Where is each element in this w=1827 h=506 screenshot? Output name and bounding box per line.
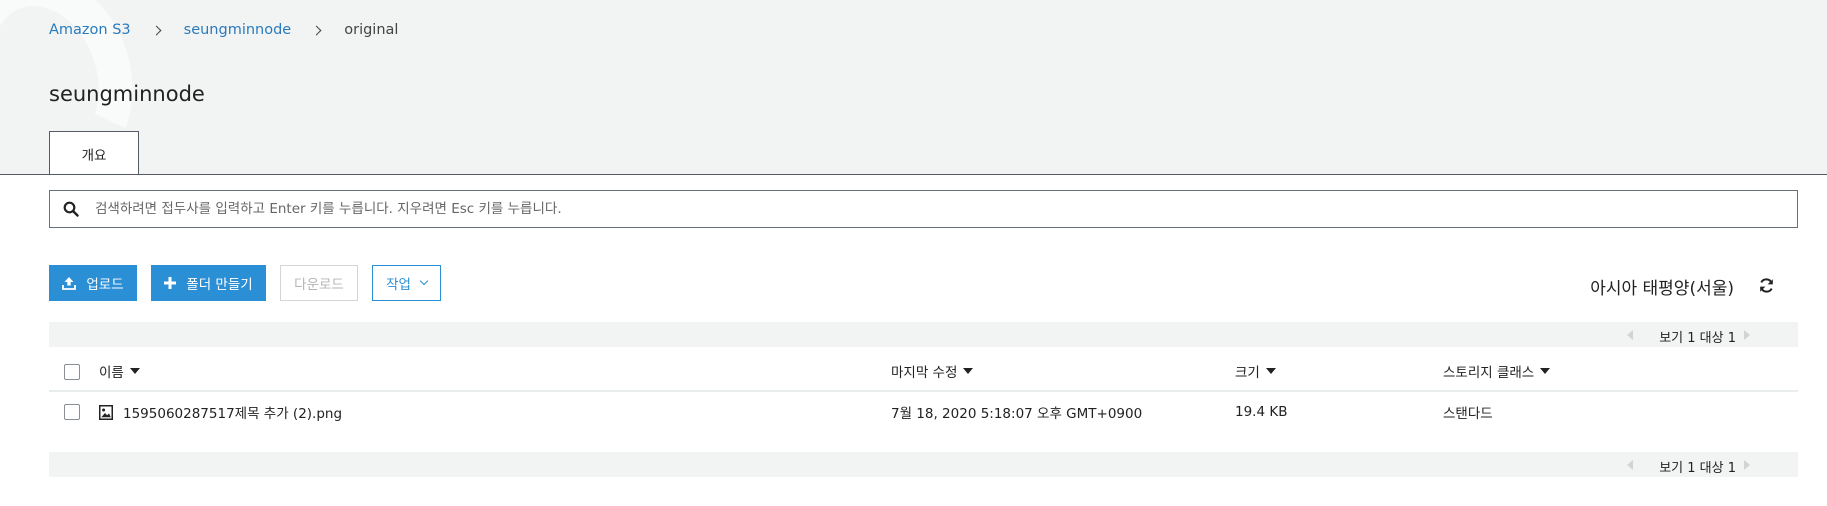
plus-icon	[164, 277, 177, 289]
row-checkbox[interactable]	[64, 404, 80, 420]
search-icon	[63, 201, 79, 217]
breadcrumb-link-s3[interactable]: Amazon S3	[49, 22, 131, 38]
column-header-name-label: 이름	[99, 365, 124, 381]
upload-icon	[62, 277, 77, 290]
actions-button-label: 작업	[386, 277, 411, 293]
column-header-storage-class[interactable]: 스토리지 클래스	[1443, 352, 1551, 390]
search-box	[49, 190, 1798, 228]
breadcrumb: Amazon S3 seungminnode original	[49, 20, 398, 40]
upload-button[interactable]: 업로드	[49, 265, 137, 301]
page-title: seungminnode	[49, 82, 205, 106]
column-header-name[interactable]: 이름	[99, 352, 140, 390]
file-storage-class-cell: 스탠다드	[1443, 406, 1493, 422]
caret-down-icon[interactable]	[1265, 368, 1276, 374]
chevron-right-icon	[311, 25, 322, 35]
caret-down-icon[interactable]	[963, 368, 974, 374]
column-header-modified-label: 마지막 수정	[891, 365, 958, 381]
pagination-text: 보기 1 대상 1	[1659, 461, 1736, 476]
column-header-size[interactable]: 크기	[1235, 352, 1276, 390]
pagination-top: 보기 1 대상 1	[49, 322, 1798, 347]
tab-overview[interactable]: 개요	[49, 131, 139, 174]
upload-button-label: 업로드	[86, 277, 124, 293]
table-header: 이름 마지막 수정 크기 스토리지 클래스	[49, 352, 1798, 392]
column-header-storage-class-label: 스토리지 클래스	[1443, 365, 1535, 381]
page-header: Amazon S3 seungminnode original seungmin…	[0, 0, 1827, 175]
file-name-cell: 1595060287517제목 추가 (2).png	[99, 392, 342, 432]
caret-down-icon[interactable]	[129, 368, 140, 374]
refresh-icon[interactable]	[1758, 277, 1775, 294]
chevron-right-icon	[151, 25, 162, 35]
search-input[interactable]	[95, 191, 1797, 227]
file-modified-cell: 7월 18, 2020 5:18:07 오후 GMT+0900	[891, 406, 1143, 422]
next-page-icon[interactable]	[1744, 460, 1750, 470]
region-label: 아시아 태평양(서울)	[1590, 279, 1734, 299]
column-header-modified[interactable]: 마지막 수정	[891, 352, 974, 390]
breadcrumb-current: original	[344, 22, 399, 38]
select-all-checkbox[interactable]	[64, 364, 80, 380]
download-button-label: 다운로드	[294, 277, 344, 293]
next-page-icon[interactable]	[1744, 330, 1750, 340]
image-file-icon	[99, 404, 113, 420]
create-folder-button-label: 폴더 만들기	[186, 277, 253, 293]
create-folder-button[interactable]: 폴더 만들기	[151, 265, 266, 301]
column-header-size-label: 크기	[1235, 365, 1260, 381]
download-button[interactable]: 다운로드	[280, 265, 358, 301]
chevron-down-icon	[419, 276, 429, 286]
actions-dropdown-button[interactable]: 작업	[372, 265, 441, 301]
table-row: 1595060287517제목 추가 (2).png 7월 18, 2020 5…	[49, 392, 1798, 432]
previous-page-icon[interactable]	[1627, 460, 1633, 470]
pagination-bottom: 보기 1 대상 1	[49, 452, 1798, 477]
caret-down-icon[interactable]	[1540, 368, 1551, 374]
previous-page-icon[interactable]	[1627, 330, 1633, 340]
pagination-text: 보기 1 대상 1	[1659, 331, 1736, 346]
file-size-cell: 19.4 KB	[1235, 404, 1288, 420]
breadcrumb-link-bucket[interactable]: seungminnode	[184, 22, 292, 38]
file-name-link[interactable]: 1595060287517제목 추가 (2).png	[123, 402, 342, 422]
